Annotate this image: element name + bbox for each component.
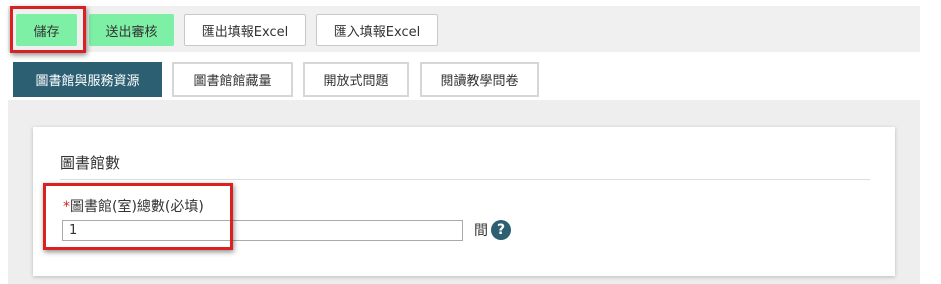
save-button[interactable]: 儲存 <box>16 14 77 46</box>
library-count-label-text: 圖書館(室)總數(必填) <box>70 199 204 215</box>
tab-reading-teaching-survey[interactable]: 閱讀教學問卷 <box>420 62 539 97</box>
tab-open-questions[interactable]: 開放式問題 <box>303 62 409 97</box>
question-circle-icon[interactable]: ? <box>491 220 511 240</box>
unit-label: 間 <box>474 223 488 239</box>
required-mark: * <box>63 199 70 215</box>
section-divider <box>60 179 870 180</box>
library-count-input[interactable] <box>62 220 463 241</box>
tab-library-collections[interactable]: 圖書館館藏量 <box>172 62 293 97</box>
import-excel-button[interactable]: 匯入填報Excel <box>316 14 438 46</box>
export-excel-button[interactable]: 匯出填報Excel <box>184 14 306 46</box>
submit-review-button[interactable]: 送出審核 <box>89 14 174 46</box>
library-count-label: *圖書館(室)總數(必填) <box>63 196 204 216</box>
section-title: 圖書館數 <box>60 154 121 172</box>
tab-library-service-resources[interactable]: 圖書館與服務資源 <box>13 62 162 97</box>
